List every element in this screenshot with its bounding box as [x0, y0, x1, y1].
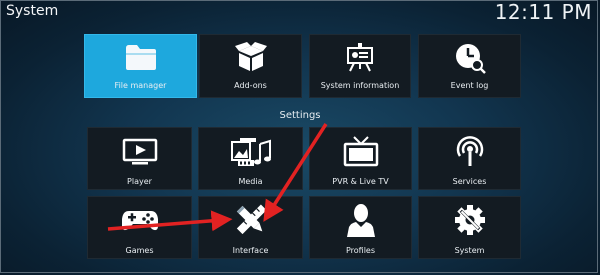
tv-play-icon [88, 138, 191, 166]
tile-label: Profiles [345, 246, 376, 255]
tile-file-manager[interactable]: File manager [84, 34, 197, 98]
tile-label: Add-ons [234, 81, 267, 90]
tile-add-ons[interactable]: Add-ons [199, 34, 302, 98]
tile-system[interactable]: System [418, 196, 521, 259]
clock: 12:11 PM [494, 0, 592, 24]
person-icon [310, 203, 411, 237]
gamepad-icon [88, 207, 191, 233]
tile-games[interactable]: Games [87, 196, 192, 259]
gear-wrench-icon [419, 203, 520, 237]
settings-section-title: Settings [279, 110, 321, 121]
tile-label: Event log [450, 81, 489, 90]
clock-search-icon [419, 42, 520, 74]
tile-label: File manager [114, 81, 167, 90]
page-title: System [6, 3, 59, 19]
tile-label: Services [452, 177, 487, 186]
box-icon [200, 42, 301, 72]
tile-interface[interactable]: Interface [198, 196, 303, 259]
tile-player[interactable]: Player [87, 127, 192, 190]
pencil-ruler-icon [199, 204, 302, 236]
tile-label: Interface [232, 246, 269, 255]
tile-pvr-live-tv[interactable]: PVR & Live TV [309, 127, 412, 190]
tile-event-log[interactable]: Event log [418, 34, 521, 98]
tile-label: System information [320, 81, 400, 90]
tile-label: System [454, 246, 485, 255]
presentation-icon [310, 42, 410, 72]
tile-media[interactable]: Media [198, 127, 303, 190]
tile-services[interactable]: Services [418, 127, 521, 190]
tile-profiles[interactable]: Profiles [309, 196, 412, 259]
tile-system-information[interactable]: System information [309, 34, 411, 98]
tile-label: PVR & Live TV [332, 177, 389, 186]
broadcast-icon [419, 136, 520, 168]
tile-label: Media [238, 177, 263, 186]
folder-icon [85, 42, 196, 72]
tile-label: Player [127, 177, 152, 186]
tv-antenna-icon [310, 136, 411, 168]
tile-label: Games [125, 246, 154, 255]
media-icon [199, 136, 302, 168]
